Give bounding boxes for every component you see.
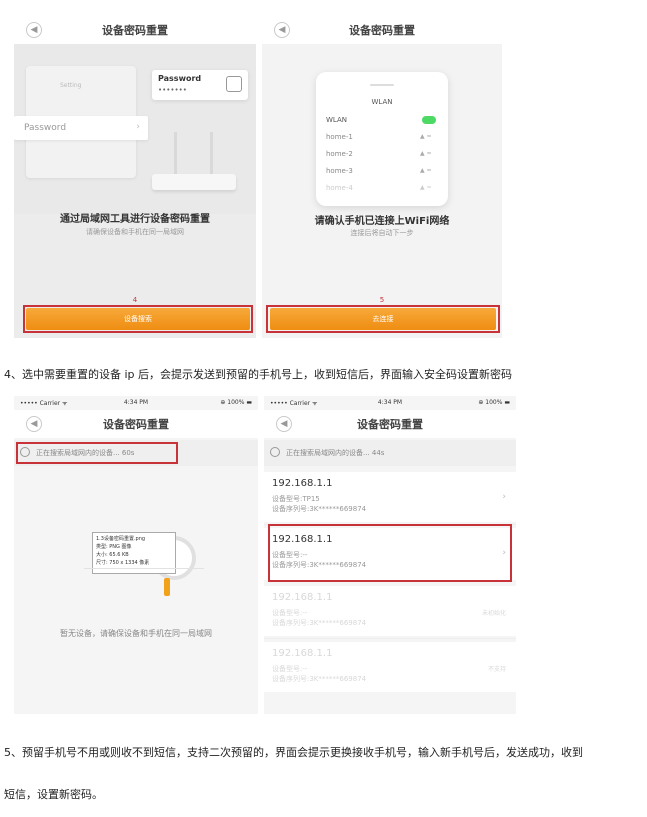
step-heading: 通过局域网工具进行设备密码重置	[60, 214, 210, 225]
empty-illustration: 1.3设备密码重置.png 类型: PNG 图像 大小: 65.6 KB 尺寸:…	[74, 528, 214, 612]
empty-text: 暂无设备，请确保设备和手机在同一局域网	[60, 629, 212, 638]
lock-wifi-icon: ▲ ≈	[420, 133, 432, 140]
highlight-box	[23, 305, 253, 333]
lock-wifi-icon: ▲ ≈	[420, 167, 432, 174]
wlan-toggle[interactable]	[422, 116, 436, 124]
network-label-2[interactable]: home-2	[326, 150, 353, 158]
lock-wifi-icon: ▲ ≈	[420, 184, 432, 191]
password-card-label: Password	[158, 74, 202, 83]
password-dots: •••••••	[158, 86, 187, 94]
chevron-right-icon: ›	[502, 492, 506, 502]
router-illustration: Setting Password › Password •••••••	[14, 44, 256, 214]
nav-bar: ◀ 设备密码重置	[14, 16, 256, 44]
nav-title: 设备密码重置	[357, 418, 423, 431]
caption-step-4: 4、选中需要重置的设备 ip 后，会提示发送到预留的手机号上，收到短信后，界面输…	[4, 368, 513, 381]
panel-wifi-check: ◀ 设备密码重置 WLAN WLAN home-1 ▲ ≈ home-2 ▲ ≈…	[262, 16, 502, 338]
device-model: 设备型号:--	[272, 609, 308, 617]
device-status-tag: 不支持	[487, 666, 506, 673]
step-number: 4	[132, 296, 138, 304]
panel-search-empty: ••••• Carrier ᯤ 4:34 PM ⊕ 100% ▬ ◀ 设备密码重…	[14, 396, 258, 714]
device-model: 设备型号:--	[272, 665, 308, 673]
wlan-label: WLAN	[326, 116, 348, 124]
highlight-box	[266, 305, 500, 333]
ground-line	[84, 568, 204, 569]
file-size-text: 大小: 65.6 KB	[96, 552, 129, 558]
router-antenna-left	[174, 132, 177, 176]
nav-bar: ◀ 设备密码重置	[264, 410, 516, 438]
nav-bar: ◀ 设备密码重置	[262, 16, 502, 44]
search-status-bar: 正在搜索局域网内的设备... 44s	[264, 440, 516, 466]
phone-mockup: WLAN WLAN home-1 ▲ ≈ home-2 ▲ ≈ home-3 ▲…	[316, 72, 448, 206]
device-model: 设备型号:TP15	[272, 495, 320, 503]
step-subtext: 连接后将自动下一步	[350, 229, 414, 237]
password-card: Password •••••••	[152, 70, 248, 100]
device-serial: 设备序列号:3K******669874	[272, 505, 367, 513]
nav-title: 设备密码重置	[102, 24, 168, 37]
router-body	[152, 174, 236, 190]
file-type-text: 类型: PNG 图像	[96, 544, 132, 550]
device-status-tag: 未初始化	[481, 610, 506, 617]
device-row[interactable]: 192.168.1.1 设备型号:TP15 设备序列号:3K******6698…	[264, 472, 516, 522]
setting-label: Setting	[60, 82, 82, 89]
speaker-slot	[370, 84, 394, 86]
highlight-box	[16, 442, 178, 464]
network-label-1[interactable]: home-1	[326, 133, 353, 141]
device-row[interactable]: 192.168.1.1 设备型号:-- 设备序列号:3K******669874…	[264, 586, 516, 636]
highlight-box	[268, 524, 512, 582]
network-label-4[interactable]: home-4	[326, 184, 353, 192]
chevron-right-icon: ›	[136, 122, 140, 132]
step-number: 5	[379, 296, 385, 304]
device-serial: 设备序列号:3K******669874	[272, 619, 367, 627]
network-label-3[interactable]: home-3	[326, 167, 353, 175]
step-heading: 请确认手机已连接上WiFi网络	[314, 216, 450, 227]
device-row[interactable]: 192.168.1.1 设备型号:-- 设备序列号:3K******669874…	[264, 642, 516, 692]
file-name-text: 1.3设备密码重置.png	[96, 536, 146, 542]
panel-lan-tool: ◀ 设备密码重置 Setting Password › Password •••…	[14, 16, 256, 338]
wlan-title: WLAN	[371, 98, 393, 106]
step-subtext: 请确保设备和手机在同一局域网	[86, 228, 184, 236]
refresh-icon	[270, 447, 280, 457]
battery-text: ⊕ 100% ▬	[220, 399, 252, 406]
lock-wifi-icon: ▲ ≈	[420, 150, 432, 157]
caption-step-5-line2: 短信，设置新密码。	[4, 788, 103, 801]
status-bar: ••••• Carrier ᯤ 4:34 PM ⊕ 100% ▬	[264, 396, 516, 410]
search-status-text: 正在搜索局域网内的设备... 44s	[286, 449, 385, 457]
router-antenna-right	[210, 132, 213, 176]
device-ip: 192.168.1.1	[272, 592, 333, 603]
battery-text: ⊕ 100% ▬	[478, 399, 510, 406]
password-field-label: Password	[24, 123, 67, 133]
divider	[264, 638, 516, 639]
nav-title: 设备密码重置	[349, 24, 415, 37]
device-ip: 192.168.1.1	[272, 478, 333, 489]
person-figure	[164, 578, 170, 596]
password-field: Password ›	[14, 116, 148, 140]
nav-bar: ◀ 设备密码重置	[14, 410, 258, 438]
status-bar: ••••• Carrier ᯤ 4:34 PM ⊕ 100% ▬	[14, 396, 258, 410]
file-dims-text: 尺寸: 750 x 1334 像素	[96, 560, 150, 566]
panel-device-list: ••••• Carrier ᯤ 4:34 PM ⊕ 100% ▬ ◀ 设备密码重…	[264, 396, 516, 714]
device-serial: 设备序列号:3K******669874	[272, 675, 367, 683]
caption-step-5-line1: 5、预留手机号不用或则收不到短信，支持二次预留的，界面会提示更换接收手机号，输入…	[4, 746, 583, 759]
edit-icon	[226, 76, 242, 92]
nav-title: 设备密码重置	[103, 418, 169, 431]
device-ip: 192.168.1.1	[272, 648, 333, 659]
